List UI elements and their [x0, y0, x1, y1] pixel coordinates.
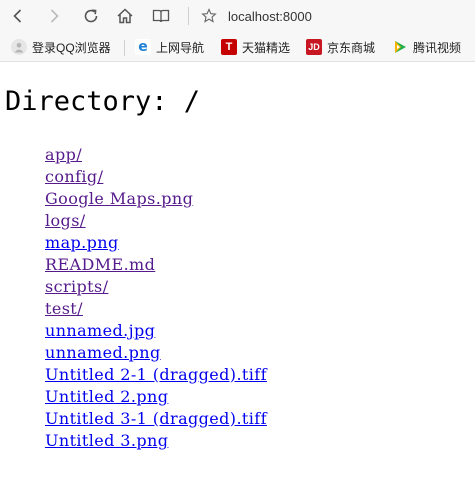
home-button[interactable]: [113, 4, 137, 28]
list-item: unnamed.jpg: [45, 320, 267, 342]
file-link[interactable]: Untitled 3.png: [45, 431, 168, 450]
file-link[interactable]: logs/: [45, 211, 86, 230]
back-button[interactable]: [6, 4, 30, 28]
list-item: logs/: [45, 210, 267, 232]
bookmarks-bar: 登录QQ浏览器 e 上网导航 T 天猫精选 JD 京东商城 腾讯视频: [0, 32, 475, 62]
list-item: scripts/: [45, 276, 267, 298]
bookmark-label: 京东商城: [327, 40, 376, 55]
file-link[interactable]: Google Maps.png: [45, 189, 193, 208]
list-item: config/: [45, 166, 267, 188]
address-url[interactable]: localhost:8000: [228, 9, 312, 24]
ie-e-icon: e: [135, 39, 151, 55]
file-link[interactable]: config/: [45, 167, 103, 186]
tencent-video-icon: [392, 39, 408, 55]
list-item: Untitled 3.png: [45, 430, 267, 452]
reload-button[interactable]: [79, 4, 103, 28]
bookmark-label: 登录QQ浏览器: [32, 40, 111, 55]
list-item: Untitled 2.png: [45, 386, 267, 408]
file-link[interactable]: README.md: [45, 255, 155, 274]
bookmark-star-icon: [201, 8, 217, 23]
file-link[interactable]: test/: [45, 299, 83, 318]
file-link[interactable]: scripts/: [45, 277, 108, 296]
list-item: Untitled 3-1 (dragged).tiff: [45, 408, 267, 430]
list-item: README.md: [45, 254, 267, 276]
reader-icon: [152, 9, 170, 23]
list-item: Google Maps.png: [45, 188, 267, 210]
file-link[interactable]: Untitled 2-1 (dragged).tiff: [45, 365, 267, 384]
file-link[interactable]: map.png: [45, 233, 119, 252]
tmall-icon: T: [221, 39, 237, 55]
jd-icon: JD: [306, 39, 322, 55]
list-item: map.png: [45, 232, 267, 254]
list-item: app/: [45, 144, 267, 166]
browser-toolbar: localhost:8000: [0, 0, 475, 32]
bookmark-tmall[interactable]: T 天猫精选: [221, 38, 290, 56]
bookmark-label: 腾讯视频: [413, 40, 462, 55]
home-icon: [117, 8, 133, 24]
forward-icon: [50, 9, 59, 23]
reader-mode-button[interactable]: [149, 4, 173, 28]
reload-icon: [84, 9, 98, 23]
bookmarks-divider: [124, 40, 125, 56]
user-avatar-icon: [11, 39, 27, 55]
file-link[interactable]: Untitled 3-1 (dragged).tiff: [45, 409, 267, 428]
bookmark-label: 天猫精选: [242, 40, 291, 55]
file-link[interactable]: app/: [45, 145, 82, 164]
list-item: Untitled 2-1 (dragged).tiff: [45, 364, 267, 386]
forward-button[interactable]: [42, 4, 66, 28]
bookmark-star-button[interactable]: [198, 5, 220, 27]
file-link[interactable]: unnamed.png: [45, 343, 161, 362]
back-icon: [13, 9, 22, 23]
list-item: unnamed.png: [45, 342, 267, 364]
bookmark-web-nav[interactable]: e 上网导航: [135, 38, 204, 56]
address-bar[interactable]: localhost:8000: [198, 4, 475, 28]
file-link[interactable]: Untitled 2.png: [45, 387, 168, 406]
page-title: Directory: /: [5, 86, 201, 117]
file-link[interactable]: unnamed.jpg: [45, 321, 155, 340]
file-list: app/config/Google Maps.png logs/map.png RE…: [45, 144, 267, 452]
bookmark-label: 上网导航: [156, 40, 205, 55]
toolbar-divider: [188, 7, 189, 25]
list-item: test/: [45, 298, 267, 320]
bookmark-login-qq[interactable]: 登录QQ浏览器: [11, 38, 111, 56]
bookmark-tencent-video[interactable]: 腾讯视频: [392, 38, 461, 56]
bookmark-jd[interactable]: JD 京东商城: [306, 38, 375, 56]
